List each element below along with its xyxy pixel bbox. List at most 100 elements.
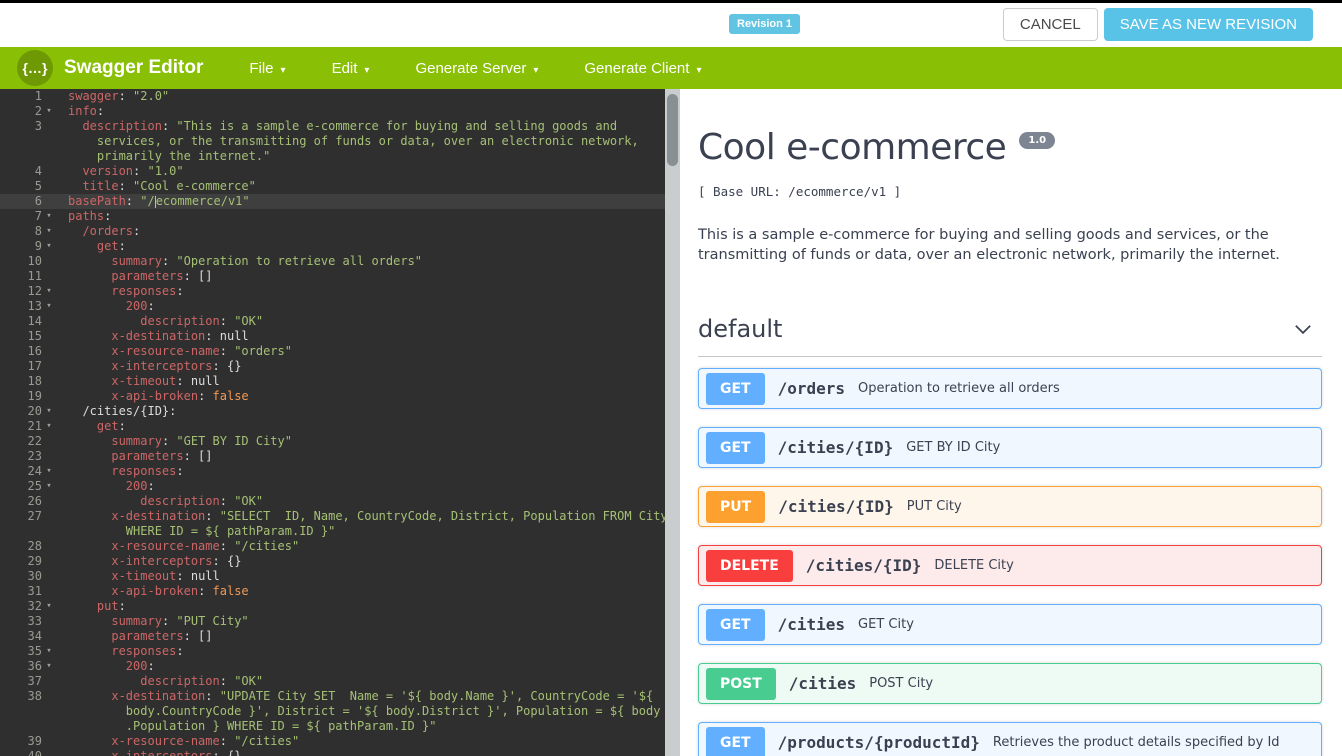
fold-arrow-icon[interactable]: ▾ [42,239,56,254]
fold-arrow-icon[interactable]: ▾ [42,209,56,224]
fold-arrow-icon[interactable]: ▾ [42,404,56,419]
line-number: 12 [27,284,42,298]
editor-line[interactable]: primarily the internet." [0,149,665,164]
editor-gutter: 33 [0,614,56,629]
fold-arrow-icon[interactable]: ▾ [42,104,56,119]
line-number: 29 [27,554,42,568]
menu-edit[interactable]: Edit ▾ [332,60,370,77]
editor-line[interactable]: 33 summary: "PUT City" [0,614,665,629]
scrollbar-thumb[interactable] [667,94,678,166]
editor-line[interactable]: 23 parameters: [] [0,449,665,464]
fold-arrow-icon[interactable]: ▾ [42,224,56,239]
editor-line[interactable]: 18 x-timeout: null [0,374,665,389]
editor-gutter: 10 [0,254,56,269]
line-number: 15 [27,329,42,343]
editor-line[interactable]: 21 ▾ get: [0,419,665,434]
line-number: 31 [27,584,42,598]
editor-gutter: 34 [0,629,56,644]
operation-row[interactable]: POST/cities POST City [698,663,1322,704]
editor-line[interactable]: 4 version: "1.0" [0,164,665,179]
chevron-down-icon[interactable] [1292,318,1314,340]
code-text: body.CountryCode }', District = '${ body… [68,704,661,718]
editor-line[interactable]: 38 x-destination: "UPDATE City SET Name … [0,689,665,704]
editor-line[interactable]: 30 x-timeout: null [0,569,665,584]
cancel-button[interactable]: CANCEL [1002,8,1098,41]
editor-line[interactable]: WHERE ID = ${ pathParam.ID }" [0,524,665,539]
line-number: 18 [27,374,42,388]
section-header-default[interactable]: default [698,315,1322,357]
editor-line[interactable]: 34 parameters: [] [0,629,665,644]
operation-row[interactable]: GET/cities/{ID} GET BY ID City [698,427,1322,468]
operation-row[interactable]: GET/products/{productId} Retrieves the pr… [698,722,1322,756]
editor-line[interactable]: 6 basePath: "/ecommerce/v1" [0,194,665,209]
operation-row[interactable]: PUT/cities/{ID} PUT City [698,486,1322,527]
editor-line[interactable]: 12 ▾ responses: [0,284,665,299]
fold-arrow-icon[interactable]: ▾ [42,659,56,674]
editor-line[interactable]: 10 summary: "Operation to retrieve all o… [0,254,665,269]
editor-pane: 1 swagger: "2.0" 2 ▾ info: 3 description: "Th… [0,89,680,756]
operation-row[interactable]: GET/orders Operation to retrieve all orde… [698,368,1322,409]
editor-scrollbar[interactable] [665,89,680,756]
editor-line[interactable]: 11 parameters: [] [0,269,665,284]
code-text: responses: [111,284,184,298]
editor-line[interactable]: 31 x-api-broken: false [0,584,665,599]
code-text: get: [96,239,126,253]
fold-arrow-icon[interactable]: ▾ [42,599,56,614]
editor-lines[interactable]: 1 swagger: "2.0" 2 ▾ info: 3 description: "Th… [0,89,665,756]
editor-line[interactable]: 28 x-resource-name: "/cities" [0,539,665,554]
editor-line[interactable]: 25 ▾ 200: [0,479,665,494]
editor-line[interactable]: 19 x-api-broken: false [0,389,665,404]
line-number: 10 [27,254,42,268]
editor-line[interactable]: 15 x-destination: null [0,329,665,344]
editor-gutter: 29 [0,554,56,569]
editor-gutter: 1 [0,89,56,104]
code-text: parameters: [] [111,629,213,643]
version-badge: 1.0 [1019,132,1056,149]
editor-line[interactable]: 17 x-interceptors: {} [0,359,665,374]
menu-generate-server[interactable]: Generate Server ▾ [415,60,538,77]
editor-line[interactable]: 27 x-destination: "SELECT ID, Name, Coun… [0,509,665,524]
editor-line[interactable]: 14 description: "OK" [0,314,665,329]
editor-line[interactable]: 37 description: "OK" [0,674,665,689]
fold-arrow-icon[interactable]: ▾ [42,299,56,314]
editor-line[interactable]: 13 ▾ 200: [0,299,665,314]
editor-line[interactable]: 3 description: "This is a sample e-comme… [0,119,665,134]
editor-line[interactable]: 32 ▾ put: [0,599,665,614]
line-number: 23 [27,449,42,463]
editor-line[interactable]: 2 ▾ info: [0,104,665,119]
line-number: 38 [27,689,42,703]
fold-arrow-icon[interactable]: ▾ [42,419,56,434]
editor-line[interactable]: 29 x-interceptors: {} [0,554,665,569]
editor-line[interactable]: 39 x-resource-name: "/cities" [0,734,665,749]
code-text: description: "OK" [140,314,264,328]
operation-row[interactable]: DELETE/cities/{ID} DELETE City [698,545,1322,586]
editor-line[interactable]: 1 swagger: "2.0" [0,89,665,104]
editor-line[interactable]: 26 description: "OK" [0,494,665,509]
editor-line[interactable]: 36 ▾ 200: [0,659,665,674]
top-bar: Revision 1 CANCEL SAVE AS NEW REVISION [0,0,1342,47]
editor-line[interactable]: 16 x-resource-name: "orders" [0,344,665,359]
editor-line[interactable]: 24 ▾ responses: [0,464,665,479]
editor-line[interactable]: 7 ▾ paths: [0,209,665,224]
editor-line[interactable]: .Population } WHERE ID = ${ pathParam.ID… [0,719,665,734]
fold-arrow-icon[interactable]: ▾ [42,479,56,494]
editor-line[interactable]: 9 ▾ get: [0,239,665,254]
app-title: Swagger Editor [64,57,204,78]
fold-arrow-icon[interactable]: ▾ [42,464,56,479]
editor-line[interactable]: 8 ▾ /orders: [0,224,665,239]
editor-line[interactable]: body.CountryCode }', District = '${ body… [0,704,665,719]
fold-arrow-icon[interactable]: ▾ [42,644,56,659]
editor-line[interactable]: 40 x-interceptors: {} [0,749,665,756]
editor-line[interactable]: 5 title: "Cool e-commerce" [0,179,665,194]
fold-arrow-icon[interactable]: ▾ [42,284,56,299]
operation-row[interactable]: GET/cities GET City [698,604,1322,645]
editor-line[interactable]: 35 ▾ responses: [0,644,665,659]
menu-file[interactable]: File ▾ [249,60,285,77]
editor-line[interactable]: services, or the transmitting of funds o… [0,134,665,149]
editor-line[interactable]: 22 summary: "GET BY ID City" [0,434,665,449]
save-as-new-revision-button[interactable]: SAVE AS NEW REVISION [1103,8,1313,41]
line-number: 28 [27,539,42,553]
menu-generate-client[interactable]: Generate Client ▾ [584,60,701,77]
line-number: 11 [27,269,42,283]
editor-line[interactable]: 20 ▾ /cities/{ID}: [0,404,665,419]
